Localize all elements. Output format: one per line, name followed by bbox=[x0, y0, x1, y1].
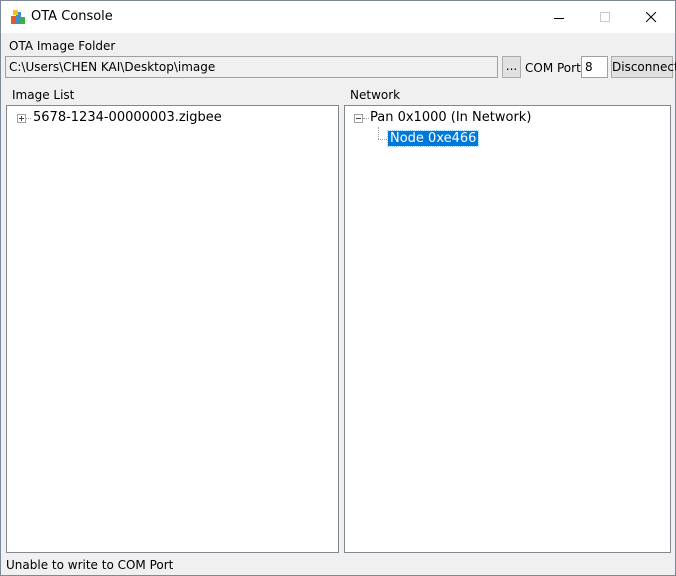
tree-connector bbox=[378, 139, 387, 140]
image-folder-path-field[interactable]: C:\Users\CHEN KAI\Desktop\image bbox=[5, 56, 498, 78]
network-tree[interactable]: Pan 0x1000 (In Network) Node 0xe466 bbox=[344, 105, 671, 553]
tree-connector-vertical bbox=[378, 127, 379, 139]
image-file-name: 5678-1234-00000003.zigbee bbox=[33, 110, 222, 125]
network-node-item[interactable]: Node 0xe466 bbox=[386, 130, 480, 147]
image-list-tree[interactable]: 5678-1234-00000003.zigbee bbox=[6, 105, 339, 553]
ota-app-icon bbox=[11, 10, 25, 24]
title-bar[interactable]: OTA Console bbox=[1, 1, 675, 33]
disconnect-button[interactable]: Disconnect bbox=[611, 56, 676, 78]
pan-node[interactable]: Pan 0x1000 (In Network) bbox=[345, 110, 645, 126]
com-port-field[interactable]: 8 bbox=[581, 56, 608, 78]
image-list-label: Image List bbox=[12, 88, 75, 102]
expand-plus-icon[interactable] bbox=[17, 114, 26, 123]
com-port-label: COM Port: bbox=[525, 61, 585, 75]
close-button[interactable] bbox=[629, 1, 675, 33]
minimize-button[interactable] bbox=[537, 1, 583, 33]
image-list-item[interactable]: 5678-1234-00000003.zigbee bbox=[7, 110, 327, 126]
node-label: Node 0xe466 bbox=[386, 130, 480, 147]
minimize-icon bbox=[554, 18, 564, 19]
network-label: Network bbox=[350, 88, 401, 102]
maximize-icon bbox=[600, 12, 610, 22]
window-title: OTA Console bbox=[31, 9, 113, 24]
close-icon bbox=[646, 12, 657, 23]
status-bar-text: Unable to write to COM Port bbox=[6, 558, 174, 572]
tree-connector bbox=[363, 118, 369, 119]
ota-console-window: OTA Console OTA Image Folder C:\Users\CH… bbox=[0, 0, 676, 576]
collapse-minus-icon[interactable] bbox=[354, 114, 363, 123]
pan-label: Pan 0x1000 (In Network) bbox=[370, 110, 532, 125]
browse-folder-button[interactable]: ... bbox=[502, 56, 521, 78]
tree-connector bbox=[26, 118, 31, 119]
ota-image-folder-label: OTA Image Folder bbox=[9, 39, 116, 53]
maximize-button[interactable] bbox=[583, 1, 629, 33]
